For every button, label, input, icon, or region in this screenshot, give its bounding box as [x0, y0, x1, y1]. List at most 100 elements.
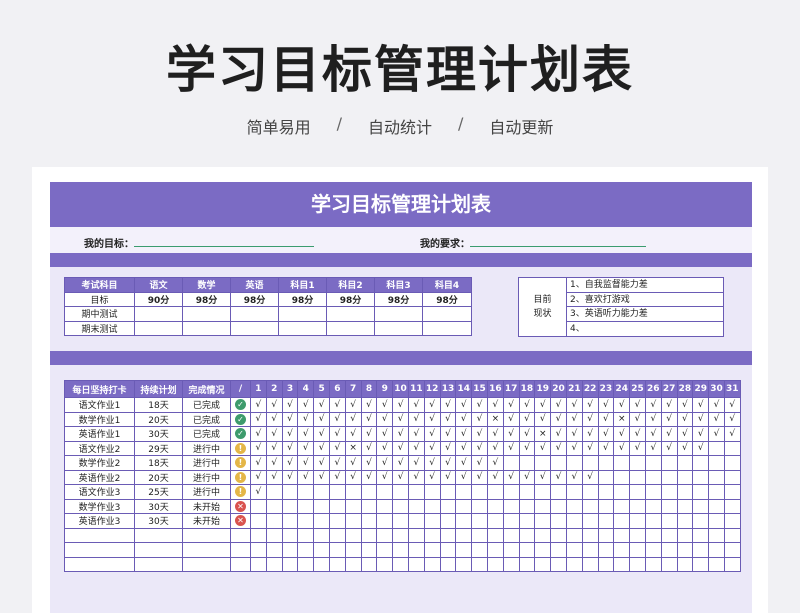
day-mark-cell[interactable]: √: [550, 426, 567, 442]
empty-cell[interactable]: [64, 542, 135, 558]
day-mark-cell[interactable]: √: [281, 397, 299, 413]
day-mark-cell[interactable]: √: [360, 426, 378, 442]
day-mark-cell[interactable]: [565, 484, 583, 500]
day-mark-cell[interactable]: [502, 498, 520, 514]
day-mark-cell[interactable]: √: [297, 426, 315, 442]
empty-cell[interactable]: [297, 527, 315, 543]
day-mark-cell[interactable]: √: [565, 426, 583, 442]
day-mark-cell[interactable]: √: [407, 426, 425, 442]
day-mark-cell[interactable]: [644, 469, 662, 485]
day-mark-cell[interactable]: [708, 440, 725, 456]
score-cell[interactable]: [326, 320, 375, 336]
empty-cell[interactable]: [534, 556, 552, 572]
empty-cell[interactable]: [629, 542, 646, 558]
day-mark-cell[interactable]: [534, 455, 552, 471]
status-item[interactable]: 2、喜欢打游戏: [567, 293, 723, 307]
day-mark-cell[interactable]: √: [297, 469, 315, 485]
day-mark-cell[interactable]: √: [297, 397, 315, 413]
day-mark-cell[interactable]: √: [723, 426, 741, 442]
empty-cell[interactable]: [565, 527, 583, 543]
day-mark-cell[interactable]: [629, 469, 646, 485]
empty-cell[interactable]: [439, 527, 457, 543]
day-mark-cell[interactable]: [613, 469, 631, 485]
day-mark-cell[interactable]: √: [629, 440, 646, 456]
day-mark-cell[interactable]: √: [534, 397, 552, 413]
day-mark-cell[interactable]: √: [518, 426, 536, 442]
day-mark-cell[interactable]: [360, 484, 378, 500]
score-cell[interactable]: 98分: [374, 291, 423, 307]
empty-cell[interactable]: [281, 527, 299, 543]
day-mark-cell[interactable]: [676, 498, 694, 514]
empty-cell[interactable]: [565, 556, 583, 572]
empty-cell[interactable]: [502, 556, 520, 572]
day-mark-cell[interactable]: √: [297, 455, 315, 471]
empty-cell[interactable]: [360, 542, 378, 558]
day-mark-cell[interactable]: √: [502, 426, 520, 442]
day-mark-cell[interactable]: [313, 498, 330, 514]
empty-cell[interactable]: [613, 556, 631, 572]
day-mark-cell[interactable]: [597, 513, 615, 529]
empty-cell[interactable]: [565, 542, 583, 558]
day-mark-cell[interactable]: [723, 469, 741, 485]
day-mark-cell[interactable]: √: [471, 397, 488, 413]
empty-cell[interactable]: [328, 542, 346, 558]
day-mark-cell[interactable]: √: [313, 426, 330, 442]
day-mark-cell[interactable]: √: [471, 426, 488, 442]
day-mark-cell[interactable]: √: [613, 440, 631, 456]
day-mark-cell[interactable]: √: [392, 426, 409, 442]
empty-cell[interactable]: [344, 542, 362, 558]
day-mark-cell[interactable]: [597, 455, 615, 471]
day-mark-cell[interactable]: √: [407, 397, 425, 413]
day-mark-cell[interactable]: √: [676, 426, 694, 442]
day-mark-cell[interactable]: [360, 513, 378, 529]
day-mark-cell[interactable]: [723, 498, 741, 514]
empty-cell[interactable]: [723, 542, 741, 558]
state-cell[interactable]: 进行中: [182, 469, 231, 485]
day-mark-cell[interactable]: √: [723, 397, 741, 413]
empty-cell[interactable]: [407, 542, 425, 558]
score-cell[interactable]: 98分: [230, 291, 279, 307]
day-mark-cell[interactable]: [629, 513, 646, 529]
empty-cell[interactable]: [344, 527, 362, 543]
plan-cell[interactable]: 25天: [134, 484, 183, 500]
day-mark-cell[interactable]: √: [581, 397, 599, 413]
empty-cell[interactable]: [708, 542, 725, 558]
empty-cell[interactable]: [265, 527, 283, 543]
status-item[interactable]: 4、: [567, 322, 723, 337]
day-mark-cell[interactable]: [565, 455, 583, 471]
score-cell[interactable]: [182, 306, 231, 322]
empty-cell[interactable]: [502, 542, 520, 558]
day-mark-cell[interactable]: √: [613, 397, 631, 413]
day-mark-cell[interactable]: [392, 513, 409, 529]
day-mark-cell[interactable]: √: [439, 411, 457, 427]
task-cell[interactable]: 语文作业2: [64, 440, 135, 456]
empty-cell[interactable]: [250, 542, 267, 558]
day-mark-cell[interactable]: [676, 513, 694, 529]
score-cell[interactable]: 98分: [278, 291, 327, 307]
empty-cell[interactable]: [392, 542, 409, 558]
day-mark-cell[interactable]: √: [471, 411, 488, 427]
day-mark-cell[interactable]: √: [250, 469, 267, 485]
empty-cell[interactable]: [134, 527, 183, 543]
empty-cell[interactable]: [281, 542, 299, 558]
empty-cell[interactable]: [613, 527, 631, 543]
day-mark-cell[interactable]: √: [328, 426, 346, 442]
day-mark-cell[interactable]: [486, 484, 504, 500]
empty-cell[interactable]: [376, 556, 394, 572]
day-mark-cell[interactable]: √: [455, 397, 473, 413]
empty-cell[interactable]: [376, 527, 394, 543]
day-mark-cell[interactable]: √: [534, 440, 552, 456]
day-mark-cell[interactable]: [502, 455, 520, 471]
day-mark-cell[interactable]: √: [439, 455, 457, 471]
day-mark-cell[interactable]: √: [281, 411, 299, 427]
empty-cell[interactable]: [313, 556, 330, 572]
empty-cell[interactable]: [613, 542, 631, 558]
empty-cell[interactable]: [644, 556, 662, 572]
plan-cell[interactable]: 30天: [134, 426, 183, 442]
empty-cell[interactable]: [534, 527, 552, 543]
day-mark-cell[interactable]: √: [376, 469, 394, 485]
day-mark-cell[interactable]: [407, 513, 425, 529]
day-mark-cell[interactable]: √: [502, 469, 520, 485]
day-mark-cell[interactable]: √: [471, 455, 488, 471]
day-mark-cell[interactable]: √: [692, 426, 710, 442]
